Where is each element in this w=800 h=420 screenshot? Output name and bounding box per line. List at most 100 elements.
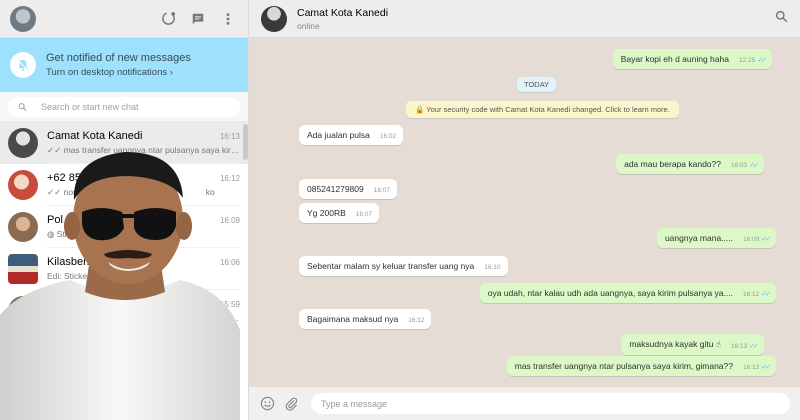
incoming-message[interactable]: Sebentar malam sy keluar transfer uang n… <box>299 256 508 276</box>
new-chat-icon[interactable] <box>190 11 206 27</box>
contact-info: Camat Kota Kanedi online <box>297 7 388 31</box>
message-time: 16:07 <box>373 187 391 194</box>
chat-preview: ◍ Sticke <box>47 229 240 240</box>
chat-avatar <box>8 296 38 326</box>
message-text: maksudnya kayak gitu ☝ <box>629 339 721 349</box>
message-time: 12:25 ✓✓ <box>738 57 767 64</box>
message-time: 16:09 ✓✓ <box>742 236 771 243</box>
message-time: 16:12 ✓✓ <box>742 291 771 298</box>
message-text: ada mau berapa kando?? <box>624 159 721 169</box>
read-receipt-icon: ✓✓ <box>761 291 771 298</box>
chat-time: 15:56 <box>219 346 240 356</box>
outgoing-message[interactable]: Bayar kopi eh d auning haha 12:25 ✓✓ <box>612 49 772 69</box>
chat-time: 15:59 <box>219 300 240 309</box>
chat-list-item[interactable]: EJANG 15:59 asi dg kawan2... <box>0 290 248 332</box>
message-text: mas transfer uangnya ntar pulsanya saya … <box>514 361 733 371</box>
chat-list-item[interactable]: Pol Her 16:09 ◍ Sticke <box>0 206 248 248</box>
read-receipt-icon: ✓✓ <box>761 236 771 243</box>
chat-name: +62 858-9 <box>47 171 97 184</box>
read-receipt-icon: ✓✓ <box>757 57 767 64</box>
incoming-message[interactable]: Ada jualan pulsa 16:02 <box>299 125 404 145</box>
message-time: 16:03 ✓✓ <box>730 162 759 169</box>
search-bar <box>0 92 248 122</box>
chat-summary: Kilasben 16:06 Edi: Sticke <box>47 248 240 290</box>
message-text: uangnya mana..... <box>664 233 733 243</box>
chat-summary: +62 858-9 16:12 ✓✓ nomor ko <box>47 164 240 206</box>
message-time: 16:07 <box>355 211 373 218</box>
message-time: 16:13 ✓✓ <box>742 364 771 371</box>
message-time: 16:10 <box>484 264 501 271</box>
enable-notifications-link[interactable]: Turn on desktop notifications › <box>46 67 191 78</box>
message-time: 16:12 <box>408 317 425 324</box>
contact-name: Camat Kota Kanedi <box>297 6 389 19</box>
incoming-message[interactable]: Yg 200RB 16:07 <box>299 203 380 223</box>
chat-time: 16:06 <box>219 258 240 267</box>
security-code-notice[interactable]: 🔒 Your security code with Camat Kota Kan… <box>406 101 679 118</box>
chat-summary: Camat Kota Kanedi 16:13 ✓✓ mas transfer u… <box>47 122 240 164</box>
date-separator: TODAY <box>517 77 557 92</box>
chat-summary: 15:56 <box>47 332 240 374</box>
chat-preview-text: ✓✓ nomor <box>47 186 88 197</box>
search-icon[interactable] <box>775 10 788 28</box>
read-receipt-icon: ✓✓ <box>749 162 759 169</box>
notification-banner[interactable]: Get notified of new messages Turn on des… <box>0 38 248 92</box>
contact-avatar[interactable] <box>261 5 287 32</box>
chat-avatar <box>8 338 38 368</box>
chat-name: Camat Kota Kanedi <box>47 129 143 142</box>
search-icon <box>18 102 27 111</box>
message-time: 16:13 ✓✓ <box>730 343 759 350</box>
message-text: Sebentar malam sy keluar transfer uang n… <box>307 261 475 271</box>
sticker-icon: ◍ <box>47 228 57 239</box>
chat-name: Pol Her <box>47 213 84 226</box>
status-icon[interactable] <box>160 11 176 27</box>
message-input[interactable] <box>311 393 790 414</box>
outgoing-message[interactable]: oya udah, ntar kalau udh ada uangnya, sa… <box>479 283 776 303</box>
contact-status: online <box>297 20 320 31</box>
profile-avatar[interactable] <box>10 5 36 32</box>
chat-list-item[interactable]: +62 858-9 16:12 ✓✓ nomor ko <box>0 164 248 206</box>
chat-list-item[interactable]: 15:56 <box>0 332 248 374</box>
search-input[interactable] <box>40 101 240 112</box>
message-text: 085241279809 <box>307 184 364 194</box>
sidebar-header <box>0 0 248 38</box>
read-receipt-icon: ✓✓ <box>761 364 771 371</box>
notification-text: Get notified of new messages Turn on des… <box>46 52 191 78</box>
chat-list-item[interactable]: Kilasben 16:06 Edi: Sticke <box>0 248 248 290</box>
chat-list: Camat Kota Kanedi 16:13 ✓✓ mas transfer u… <box>0 122 248 374</box>
chat-time: 16:09 <box>219 215 240 225</box>
outgoing-message[interactable]: maksudnya kayak gitu ☝ 16:13 ✓✓ <box>621 334 764 355</box>
chat-list-scrollbar[interactable] <box>243 124 248 160</box>
chat-preview-tail: ko <box>205 186 215 197</box>
chat-time: 16:12 <box>219 173 240 183</box>
chat-list-item[interactable]: Camat Kota Kanedi 16:13 ✓✓ mas transfer u… <box>0 122 248 164</box>
outgoing-message[interactable]: uangnya mana..... 16:09 ✓✓ <box>656 228 776 248</box>
message-text: Bagaimana maksud nya <box>307 314 399 324</box>
search-box <box>8 96 240 117</box>
incoming-message[interactable]: 085241279809 16:07 <box>299 179 398 199</box>
chat-avatar <box>8 212 38 242</box>
chat-preview: Edi: Sticke <box>47 271 88 281</box>
bell-off-icon <box>10 52 36 78</box>
chat-avatar <box>8 128 38 158</box>
chat-preview: asi dg kawan2... <box>177 313 239 323</box>
chat-sidebar: Get notified of new messages Turn on des… <box>0 0 249 420</box>
sidebar-actions <box>160 11 236 27</box>
message-list: TODAY 🔒 Your security code with Camat Ko… <box>249 38 800 387</box>
chat-preview: ✓✓ mas transfer uangnya ntar pulsanya sa… <box>47 144 240 155</box>
chat-avatar <box>8 170 38 200</box>
message-composer <box>249 387 800 420</box>
chat-time: 16:13 <box>219 131 240 141</box>
outgoing-message[interactable]: mas transfer uangnya ntar pulsanya saya … <box>506 356 776 376</box>
conversation-header[interactable]: Camat Kota Kanedi online <box>249 0 800 38</box>
chat-summary: Pol Her 16:09 ◍ Sticke <box>47 206 240 248</box>
outgoing-message[interactable]: ada mau berapa kando?? 16:03 ✓✓ <box>616 154 764 174</box>
read-receipt-icon: ✓✓ <box>749 343 759 350</box>
attach-icon[interactable] <box>283 396 299 412</box>
message-time: 16:02 <box>379 133 397 140</box>
incoming-message[interactable]: Bagaimana maksud nya 16:12 <box>299 309 432 329</box>
chat-name: Kilasben <box>47 256 90 268</box>
chat-summary: EJANG 15:59 asi dg kawan2... <box>47 290 240 332</box>
message-text: Ada jualan pulsa <box>307 130 370 140</box>
emoji-icon[interactable] <box>259 396 275 412</box>
menu-icon[interactable] <box>220 11 236 27</box>
